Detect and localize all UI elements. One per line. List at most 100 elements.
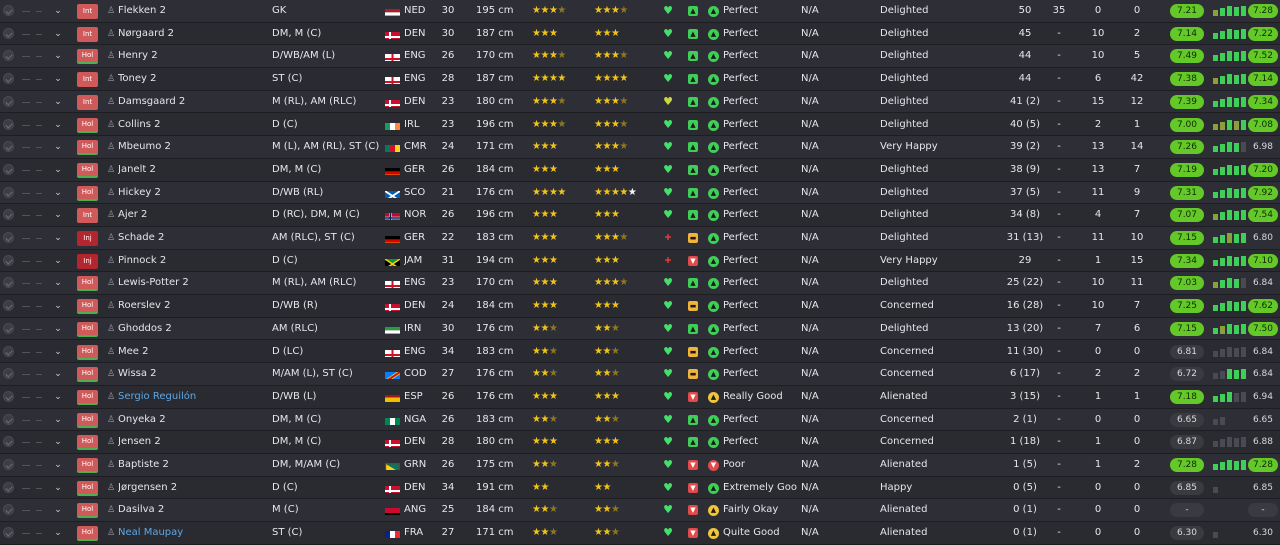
player-name[interactable]: Mee 2 [118, 341, 268, 363]
heart-icon: ♥ [662, 477, 674, 499]
select-checkbox[interactable] [3, 96, 14, 107]
chevron-down-icon[interactable]: ⌄ [52, 0, 64, 22]
select-checkbox[interactable] [3, 300, 14, 311]
chevron-down-icon[interactable]: ⌄ [52, 136, 64, 158]
select-checkbox[interactable] [3, 119, 14, 130]
player-name[interactable]: Toney 2 [118, 68, 268, 90]
table-row[interactable]: ⌄Hol♙Neal MaupayST (C)FRA27171 cm★★★★★★♥… [0, 522, 1280, 545]
select-checkbox[interactable] [3, 164, 14, 175]
table-row[interactable]: ⌄Hol♙Jørgensen 2D (C)DEN34191 cm★★★★♥▼▲E… [0, 477, 1280, 500]
flag-icon [385, 210, 400, 220]
chevron-down-icon[interactable]: ⌄ [52, 409, 64, 431]
table-row[interactable]: ⌄Hol♙Wissa 2M/AM (L), ST (C)COD27176 cm★… [0, 363, 1280, 386]
chevron-down-icon[interactable]: ⌄ [52, 23, 64, 45]
table-row[interactable]: ⌄Hol♙Onyeka 2DM, M (C)NGA26183 cm★★★★★★♥… [0, 409, 1280, 432]
chevron-down-icon[interactable]: ⌄ [52, 159, 64, 181]
chevron-down-icon[interactable]: ⌄ [52, 341, 64, 363]
player-name[interactable]: Wissa 2 [118, 363, 268, 385]
table-row[interactable]: ⌄Inj♙Schade 2AM (RLC), ST (C)GER22183 cm… [0, 227, 1280, 250]
select-checkbox[interactable] [3, 323, 14, 334]
chevron-down-icon[interactable]: ⌄ [52, 295, 64, 317]
table-row[interactable]: ⌄Hol♙Henry 2D/WB/AM (L)ENG26170 cm★★★★★★… [0, 45, 1280, 68]
player-name[interactable]: Lewis-Potter 2 [118, 272, 268, 294]
table-row[interactable]: ⌄Hol♙Mbeumo 2M (L), AM (RL), ST (C)CMR24… [0, 136, 1280, 159]
player-name[interactable]: Flekken 2 [118, 0, 268, 22]
table-row[interactable]: ⌄Hol♙Janelt 2DM, M (C)GER26184 cm★★★★★★♥… [0, 159, 1280, 182]
chevron-down-icon[interactable]: ⌄ [52, 91, 64, 113]
select-checkbox[interactable] [3, 414, 14, 425]
player-name[interactable]: Pinnock 2 [118, 250, 268, 272]
chevron-down-icon[interactable]: ⌄ [52, 227, 64, 249]
player-name[interactable]: Henry 2 [118, 45, 268, 67]
player-name[interactable]: Baptiste 2 [118, 454, 268, 476]
player-name[interactable]: Jørgensen 2 [118, 477, 268, 499]
chevron-down-icon[interactable]: ⌄ [52, 68, 64, 90]
player-name[interactable]: Hickey 2 [118, 182, 268, 204]
table-row[interactable]: ⌄Hol♙Baptiste 2DM, M/AM (C)GRN26175 cm★★… [0, 454, 1280, 477]
select-checkbox[interactable] [3, 368, 14, 379]
chevron-down-icon[interactable]: ⌄ [52, 477, 64, 499]
player-name[interactable]: Dasilva 2 [118, 499, 268, 521]
player-name[interactable]: Damsgaard 2 [118, 91, 268, 113]
table-row[interactable]: ⌄Hol♙Lewis-Potter 2M (RL), AM (RLC)ENG23… [0, 272, 1280, 295]
table-row[interactable]: ⌄Int♙Toney 2ST (C)ENG28187 cm★★★★★★★★♥▲▲… [0, 68, 1280, 91]
select-checkbox[interactable] [3, 346, 14, 357]
chevron-down-icon[interactable]: ⌄ [52, 386, 64, 408]
select-checkbox[interactable] [3, 5, 14, 16]
table-row[interactable]: ⌄Inj♙Pinnock 2D (C)JAM31194 cm★★★★★★✚▼▲P… [0, 250, 1280, 273]
table-row[interactable]: ⌄Hol♙Ghoddos 2AM (RLC)IRN30176 cm★★★★★★♥… [0, 318, 1280, 341]
form-bar [1234, 279, 1239, 288]
table-row[interactable]: ⌄Int♙Ajer 2D (RC), DM, M (C)NOR26196 cm★… [0, 204, 1280, 227]
table-row[interactable]: ⌄Hol♙Hickey 2D/WB (RL)SCO21176 cm★★★★★★★… [0, 182, 1280, 205]
chevron-down-icon[interactable]: ⌄ [52, 499, 64, 521]
select-checkbox[interactable] [3, 459, 14, 470]
player-name[interactable]: Onyeka 2 [118, 409, 268, 431]
select-checkbox[interactable] [3, 436, 14, 447]
player-name[interactable]: Collins 2 [118, 114, 268, 136]
chevron-down-icon[interactable]: ⌄ [52, 204, 64, 226]
chevron-down-icon[interactable]: ⌄ [52, 182, 64, 204]
select-checkbox[interactable] [3, 187, 14, 198]
chevron-down-icon[interactable]: ⌄ [52, 114, 64, 136]
select-checkbox[interactable] [3, 50, 14, 61]
select-checkbox[interactable] [3, 391, 14, 402]
select-checkbox[interactable] [3, 482, 14, 493]
chevron-down-icon[interactable]: ⌄ [52, 250, 64, 272]
table-row[interactable]: ⌄Hol♙Roerslev 2D/WB (R)DEN24184 cm★★★★★★… [0, 295, 1280, 318]
form-bar [1234, 302, 1239, 311]
table-row[interactable]: ⌄Hol♙Jensen 2DM, M (C)DEN28180 cm★★★★★★♥… [0, 431, 1280, 454]
chevron-down-icon[interactable]: ⌄ [52, 363, 64, 385]
table-row[interactable]: ⌄Hol♙Mee 2D (LC)ENG34183 cm★★★★★★♥▬▲Perf… [0, 341, 1280, 364]
select-checkbox[interactable] [3, 28, 14, 39]
player-name[interactable]: Ajer 2 [118, 204, 268, 226]
chevron-down-icon[interactable]: ⌄ [52, 272, 64, 294]
assists: 10 [1090, 45, 1106, 67]
player-name[interactable]: Janelt 2 [118, 159, 268, 181]
table-row[interactable]: ⌄Int♙Damsgaard 2M (RL), AM (RLC)DEN23180… [0, 91, 1280, 114]
player-name[interactable]: Schade 2 [118, 227, 268, 249]
select-checkbox[interactable] [3, 209, 14, 220]
table-row[interactable]: ⌄Hol♙Dasilva 2M (C)ANG25184 cm★★★★★★♥▼▲F… [0, 499, 1280, 522]
average-rating-badge: 7.54 [1248, 208, 1278, 222]
player-name[interactable]: Nørgaard 2 [118, 23, 268, 45]
table-row[interactable]: ⌄Int♙Flekken 2GKNED30195 cm★★★★★★★★♥▲▲Pe… [0, 0, 1280, 23]
chevron-down-icon[interactable]: ⌄ [52, 454, 64, 476]
select-checkbox[interactable] [3, 527, 14, 538]
table-row[interactable]: ⌄Hol♙Collins 2D (C)IRL23196 cm★★★★★★★★♥▲… [0, 114, 1280, 137]
player-name[interactable]: Jensen 2 [118, 431, 268, 453]
select-checkbox[interactable] [3, 504, 14, 515]
select-checkbox[interactable] [3, 141, 14, 152]
chevron-down-icon[interactable]: ⌄ [52, 45, 64, 67]
player-name[interactable]: Sergio Reguilón [118, 386, 268, 408]
chevron-down-icon[interactable]: ⌄ [52, 318, 64, 340]
select-checkbox[interactable] [3, 73, 14, 84]
chevron-down-icon[interactable]: ⌄ [52, 431, 64, 453]
select-checkbox[interactable] [3, 277, 14, 288]
player-name[interactable]: Mbeumo 2 [118, 136, 268, 158]
select-checkbox[interactable] [3, 232, 14, 243]
table-row[interactable]: ⌄Int♙Nørgaard 2DM, M (C)DEN30187 cm★★★★★… [0, 23, 1280, 46]
player-name[interactable]: Ghoddos 2 [118, 318, 268, 340]
player-name[interactable]: Roerslev 2 [118, 295, 268, 317]
select-checkbox[interactable] [3, 255, 14, 266]
table-row[interactable]: ⌄Hol♙Sergio ReguilónD/WB (L)ESP26176 cm★… [0, 386, 1280, 409]
